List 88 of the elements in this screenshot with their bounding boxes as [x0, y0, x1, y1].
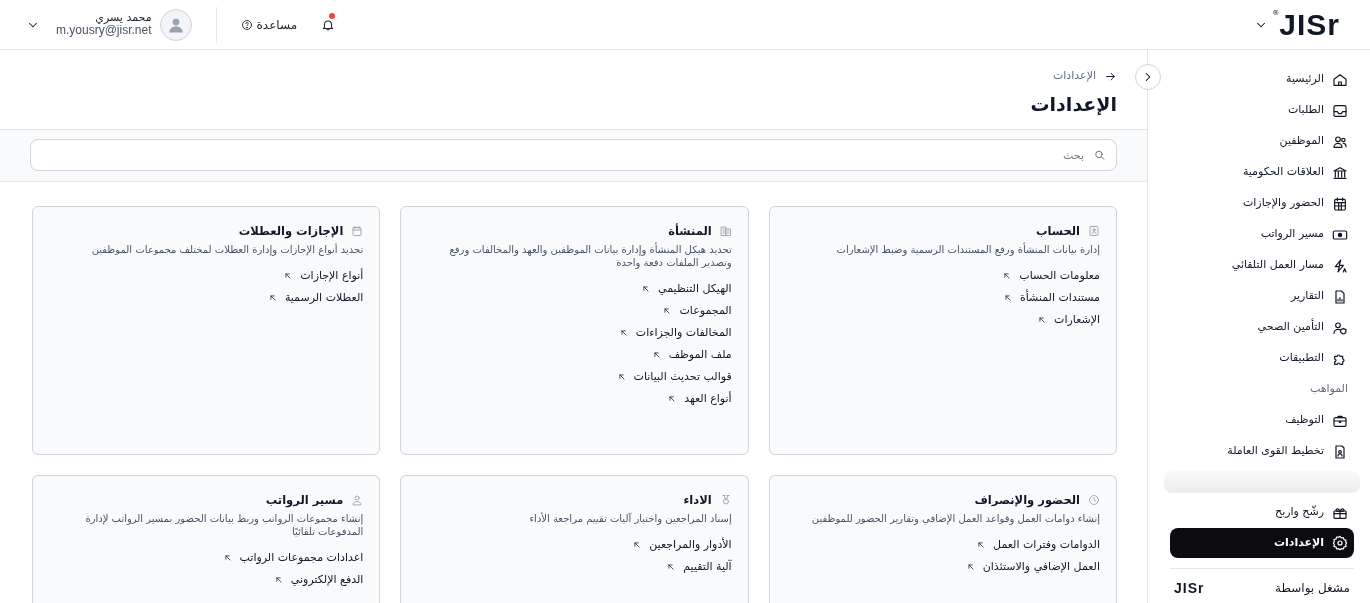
arrow-up-left-icon — [1037, 315, 1048, 326]
sidebar-item[interactable]: مسار العمل التلقائي — [1170, 250, 1354, 281]
sidebar-item[interactable]: التأمين الصحي — [1170, 312, 1354, 343]
settings-link[interactable]: آلية التقييم — [666, 559, 732, 576]
settings-icon — [1332, 535, 1348, 551]
user-name: محمد يسري — [95, 11, 152, 24]
card-description: تحديد هيكل المنشأة وإدارة بيانات الموظفين والعهد والمخالفات ورفع وتصدير الملفات دفعة واحدة — [448, 243, 732, 270]
user-email: m.yousry@jisr.net — [56, 23, 152, 38]
arrow-up-left-icon — [641, 284, 652, 295]
settings-link[interactable]: الهيكل التنظيمي — [641, 281, 732, 298]
arrow-up-left-icon — [616, 372, 627, 383]
sidebar-item[interactable]: الإعدادات — [1170, 528, 1354, 558]
arrow-up-left-icon — [667, 394, 678, 405]
sidebar-item[interactable]: الحضور والإجازات — [1170, 188, 1354, 219]
settings-link[interactable]: المخالفات والجزاءات — [618, 325, 732, 342]
card-title: الحضور والإنصراف — [974, 492, 1080, 509]
help-icon — [240, 18, 253, 31]
search-field[interactable]: بحث — [30, 139, 1117, 172]
report-icon — [1332, 288, 1348, 305]
section-label: المواهب — [1308, 381, 1349, 398]
settings-link[interactable]: قوالب تحديث البيانات — [616, 369, 732, 386]
sidebar-item[interactable]: مسير الرواتب — [1170, 219, 1354, 250]
sidebar-item[interactable]: الرئيسية — [1170, 64, 1354, 95]
card-description: تحديد أنواع الإجازات وإدارة العطلات لمختلف مجموعات الموظفين — [90, 243, 364, 257]
sidebar-item[interactable]: الموظفين — [1170, 126, 1354, 157]
bank-icon — [1332, 164, 1348, 181]
sidebar-item[interactable]: التوظيف — [1170, 405, 1354, 436]
avatar — [159, 8, 192, 41]
bolt-icon — [1332, 257, 1348, 274]
sidebar-item[interactable]: التطبيقات — [1170, 343, 1354, 374]
arrow-up-left-icon — [976, 540, 987, 551]
card-title: المنشأة — [668, 223, 712, 240]
id-card-icon — [1088, 225, 1100, 238]
settings-link[interactable]: المجموعات — [662, 303, 732, 320]
settings-link[interactable]: الدوامات وفترات العمل — [976, 537, 1100, 554]
inbox-icon — [1332, 102, 1348, 119]
settings-link[interactable]: أنواع الإجازات — [283, 268, 364, 285]
card-title: الاداء — [683, 492, 712, 509]
arrow-up-left-icon — [273, 575, 284, 586]
help-button[interactable]: مساعدة — [240, 15, 298, 34]
home-icon — [1332, 71, 1348, 88]
building-icon — [719, 225, 732, 238]
users-icon — [1332, 133, 1348, 150]
settings-link[interactable]: ملف الموظف — [651, 347, 732, 364]
settings-link[interactable]: أنواع العهد — [667, 391, 732, 408]
settings-link[interactable]: اعدادات مجموعات الرواتب — [222, 550, 364, 567]
calendar-icon — [351, 225, 364, 238]
powered-by-label: مشغل بواسطة — [1274, 580, 1350, 597]
settings-link[interactable]: العمل الإضافي والاستئذان — [965, 559, 1100, 576]
arrow-up-left-icon — [283, 271, 294, 282]
card-description: إسناد المراجعين واختيار آليات تقييم مراجعة الأداء — [528, 512, 732, 526]
id-file-icon — [1332, 443, 1348, 460]
settings-link[interactable]: العطلات الرسمية — [267, 290, 364, 307]
bell-icon — [321, 18, 336, 32]
arrow-up-left-icon — [666, 562, 677, 573]
arrow-up-left-icon — [632, 540, 643, 551]
sidebar-item[interactable]: رشّح واربح — [1170, 497, 1354, 528]
settings-link[interactable]: الأدوار والمراجعين — [632, 537, 732, 554]
page-title: الإعدادات — [1029, 92, 1117, 116]
sidebar-item[interactable]: الطلبات — [1170, 95, 1354, 126]
arrow-up-left-icon — [1002, 271, 1013, 282]
arrow-up-left-icon — [618, 328, 629, 339]
arrow-up-left-icon — [651, 350, 662, 361]
arrow-up-left-icon — [267, 293, 278, 304]
calendar-icon — [1332, 195, 1348, 212]
clock-icon — [1088, 494, 1100, 507]
breadcrumb-link[interactable]: الإعدادات — [1052, 68, 1096, 85]
sidebar-item[interactable]: العلاقات الحكومية — [1170, 157, 1354, 188]
settings-link[interactable]: مستندات المنشأة — [1002, 290, 1100, 307]
card-title: الإجازات والعطلات — [238, 223, 344, 240]
arrow-up-left-icon — [662, 306, 673, 317]
arrow-up-left-icon — [965, 562, 976, 573]
card-description: إنشاء مجموعات الرواتب وربط بيانات الحضور بمسير الرواتب لإدارة المدفوعات تلقائيًا — [84, 512, 364, 539]
settings-link[interactable]: معلومات الحساب — [1002, 268, 1100, 285]
settings-link[interactable]: الإشعارات — [1037, 312, 1100, 329]
footer-logo: JISr — [1174, 581, 1205, 595]
arrow-up-left-icon — [222, 553, 233, 564]
card-title: الحساب — [1035, 223, 1080, 240]
card-description: إنشاء دوامات العمل وقواعد العمل الإضافي وتقارير الحضور للموظفين — [810, 512, 1100, 526]
arrow-up-left-icon — [1002, 293, 1013, 304]
card-title: مسير الرواتب — [265, 492, 344, 509]
user-shield-icon — [1332, 319, 1348, 336]
search-icon — [1093, 148, 1106, 162]
medal-icon — [719, 494, 732, 507]
sidebar-item[interactable]: التقارير — [1170, 281, 1354, 312]
card-description: إدارة بيانات المنشأة ورفع المستندات الرسمية وضبط الإشعارات — [835, 243, 1100, 257]
sidebar-item[interactable]: تخطيط القوى العاملة — [1170, 436, 1354, 467]
settings-link[interactable]: الدفع الإلكتروني — [273, 572, 364, 589]
